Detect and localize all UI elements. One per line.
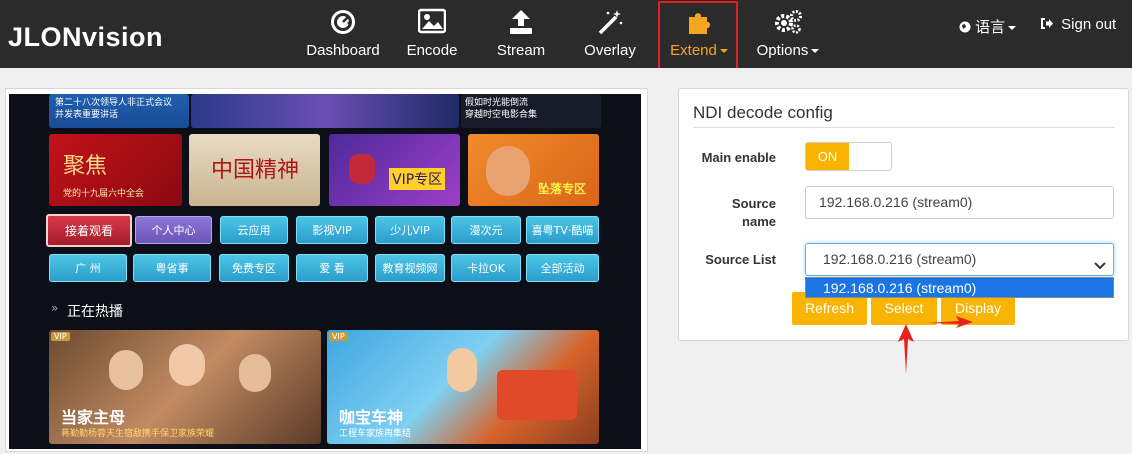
magic-wand-icon	[583, 8, 637, 36]
preview-banner-middle	[191, 94, 459, 128]
preview-banner-left: 第二十八次领导人非正式会议 并发表重要讲话	[49, 94, 189, 128]
nav-dashboard-label: Dashboard	[306, 42, 380, 59]
preview-chip: 免费专区	[219, 254, 289, 282]
show1-title: 当家主母	[61, 408, 126, 427]
main-enable-toggle[interactable]: ON	[805, 142, 892, 171]
nav-stream[interactable]: Stream	[494, 0, 548, 68]
preview-chip: 漫次元	[451, 216, 521, 244]
show2-sub: 工程车家族再集结	[339, 429, 412, 439]
character-shape	[447, 348, 477, 392]
panel-title: NDI decode config	[693, 103, 833, 122]
arrow-right-icon	[927, 316, 973, 328]
source-list-label: Source List	[705, 252, 776, 267]
person-shape	[239, 354, 271, 392]
preview-card-4: 坠落专区	[468, 134, 599, 206]
person-shape	[109, 350, 143, 390]
preview-chip: 爱 看	[296, 254, 368, 282]
sign-out-icon	[1040, 16, 1058, 33]
source-list-value: 192.168.0.216 (stream0)	[823, 251, 977, 267]
globe-icon	[959, 19, 975, 36]
nav-overlay[interactable]: Overlay	[583, 0, 637, 68]
toggle-on-label: ON	[806, 143, 849, 170]
vip-badge: VIP	[329, 332, 348, 341]
language-menu[interactable]: 语言	[959, 16, 1017, 37]
nav-dashboard[interactable]: Dashboard	[304, 0, 382, 68]
nav-encode[interactable]: Encode	[403, 0, 461, 68]
card4-title: 坠落专区	[538, 182, 587, 196]
upload-icon	[494, 8, 548, 36]
nav-encode-label: Encode	[406, 42, 458, 59]
show1-sub: 蒋勤勤杨蓉天生宿敌携手保卫家族荣耀	[61, 429, 215, 439]
preview-show-2: VIP 咖宝车神 工程车家族再集结	[327, 330, 599, 444]
video-preview: 第二十八次领导人非正式会议 并发表重要讲话 假如时光能倒流 穿越时空电影合集 聚…	[9, 94, 641, 449]
show2-title: 咖宝车神	[339, 408, 404, 427]
preview-card-1: 聚焦 党的十九届六中全会	[49, 134, 182, 206]
gears-icon	[756, 8, 820, 36]
preview-show-1: VIP 当家主母 蒋勤勤杨蓉天生宿敌携手保卫家族荣耀	[49, 330, 321, 444]
preview-chip: 粤省事	[133, 254, 211, 282]
preview-chip: 喜粤TV·酷喵	[526, 216, 599, 244]
language-label: 语言	[975, 19, 1006, 36]
section-title: 正在热播	[67, 304, 123, 320]
brand-logo[interactable]: JLONvision	[8, 22, 163, 53]
caret-down-icon	[1008, 26, 1017, 31]
person-shape	[169, 344, 205, 386]
preview-chip: 卡拉OK	[451, 254, 521, 282]
character-shape	[486, 146, 530, 196]
banner-right-text: 假如时光能倒流 穿越时空电影合集	[465, 98, 538, 120]
vehicle-shape	[497, 370, 577, 420]
preview-chip: 全部活动	[526, 254, 599, 282]
image-icon	[403, 8, 461, 36]
preview-card-2: 中国精神	[189, 134, 320, 206]
preview-chip: 个人中心	[135, 216, 212, 244]
source-name-field[interactable]: 192.168.0.216 (stream0)	[805, 186, 1114, 219]
preview-banner-right: 假如时光能倒流 穿越时空电影合集	[461, 94, 601, 128]
main-enable-label: Main enable	[701, 150, 776, 165]
card2-title: 中国精神	[211, 158, 300, 183]
preview-chip: 广 州	[49, 254, 127, 282]
character-shape	[349, 154, 375, 184]
card1-sub: 党的十九届六中全会	[63, 189, 145, 199]
preview-card-3: VIP专区	[329, 134, 460, 206]
source-list-option[interactable]: 192.168.0.216 (stream0)	[805, 277, 1114, 298]
vip-badge: VIP	[51, 332, 70, 341]
card1-title: 聚焦	[63, 154, 108, 179]
arrow-up-icon	[898, 324, 914, 374]
caret-down-icon	[811, 49, 820, 54]
card3-title: VIP专区	[389, 168, 446, 190]
preview-chip: 接着观看	[46, 214, 132, 247]
source-list-select[interactable]: 192.168.0.216 (stream0)	[805, 243, 1114, 276]
nav-extend[interactable]: Extend	[658, 0, 738, 71]
top-navbar: JLONvision Dashboard Encode Stream Overl…	[0, 0, 1132, 71]
chevron-down-icon	[1093, 252, 1107, 270]
sign-out-label: Sign out	[1061, 16, 1117, 33]
dashboard-icon	[304, 8, 382, 36]
nav-options-label: Options	[756, 42, 809, 59]
banner-left-text: 第二十八次领导人非正式会议 并发表重要讲话	[55, 98, 173, 120]
source-name-label: Source name	[731, 196, 776, 229]
preview-chip: 少儿VIP	[375, 216, 445, 244]
nav-options[interactable]: Options	[756, 0, 820, 68]
preview-chip: 云应用	[220, 216, 288, 244]
double-chevron-icon: »	[51, 301, 59, 315]
preview-chip: 影视VIP	[296, 216, 368, 244]
panel-divider	[693, 127, 1115, 128]
highlight-box	[658, 1, 738, 71]
nav-overlay-label: Overlay	[584, 42, 636, 59]
preview-chip: 教育视频网	[375, 254, 445, 282]
sign-out-link[interactable]: Sign out	[1040, 16, 1116, 33]
nav-stream-label: Stream	[496, 42, 546, 59]
